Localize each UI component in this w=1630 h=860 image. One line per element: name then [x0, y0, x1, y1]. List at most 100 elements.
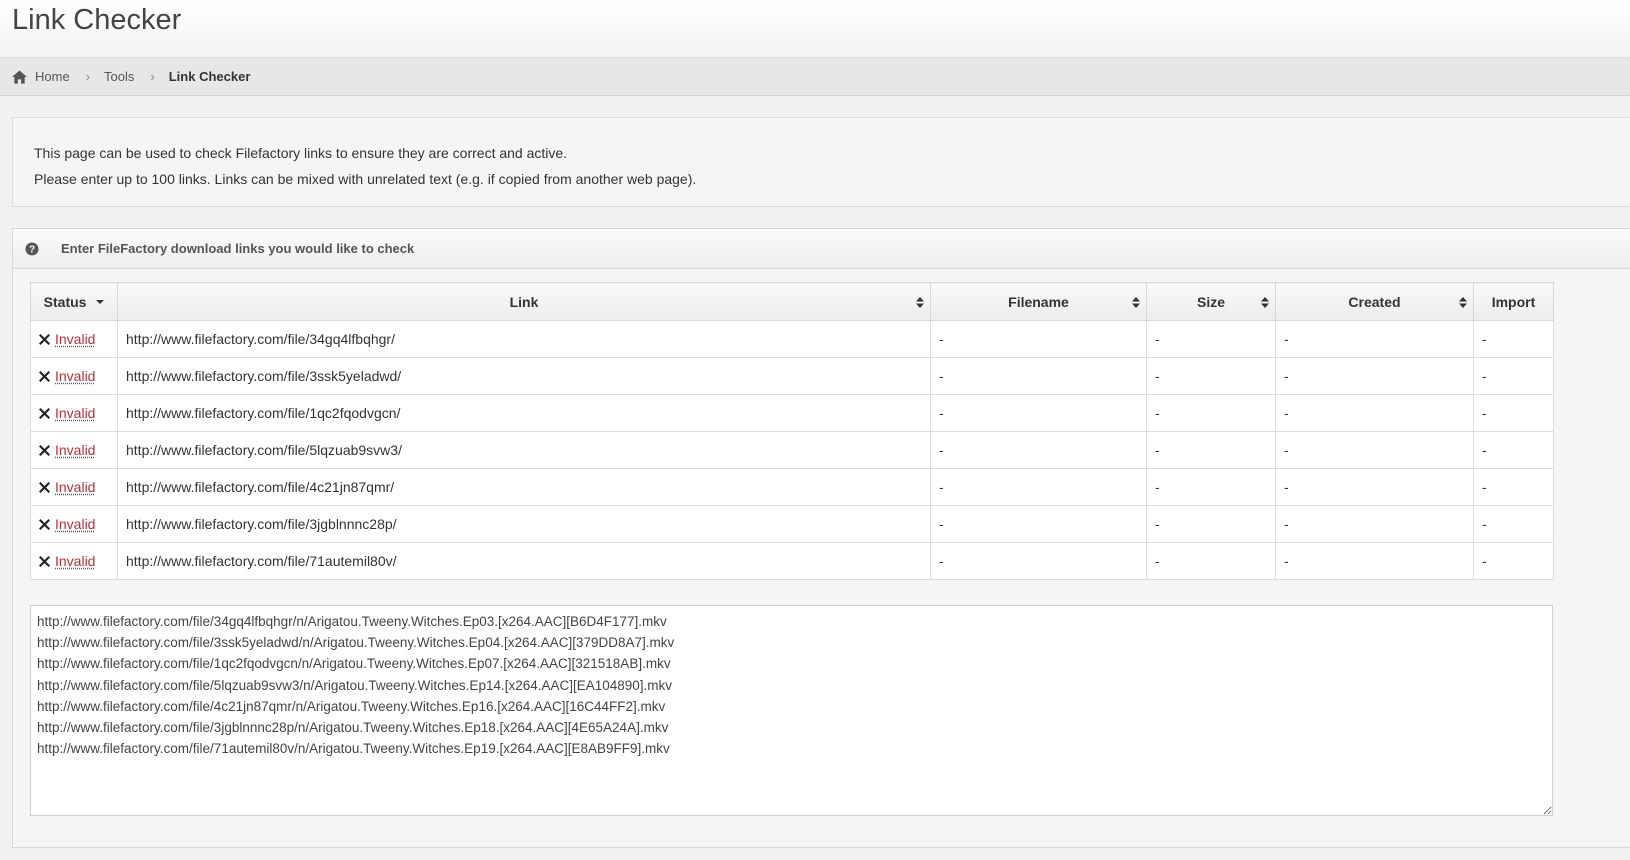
column-header-link[interactable]: Link — [117, 282, 931, 321]
column-header-filename[interactable]: Filename — [930, 282, 1147, 321]
cell-link: http://www.filefactory.com/file/4c21jn87… — [117, 468, 931, 506]
sort-icon — [1261, 297, 1269, 308]
cell-import: - — [1473, 320, 1554, 358]
intro-line-2: Please enter up to 100 links. Links can … — [34, 171, 697, 187]
cell-filename: - — [930, 394, 1147, 432]
status-link[interactable]: Invalid — [55, 368, 95, 384]
table-row: Invalid http://www.filefactory.com/file/7… — [30, 542, 1554, 580]
cell-link: http://www.filefactory.com/file/34gq4lfb… — [117, 320, 931, 358]
cell-status: Invalid — [30, 468, 118, 506]
cell-created: - — [1275, 320, 1474, 358]
cell-import: - — [1473, 394, 1554, 432]
cell-import: - — [1473, 505, 1554, 543]
error-x-icon — [39, 408, 50, 419]
cell-filename: - — [930, 468, 1147, 506]
column-header-import[interactable]: Import — [1473, 282, 1554, 321]
column-header-label: Link — [509, 293, 539, 310]
status-link[interactable]: Invalid — [55, 405, 95, 421]
table-row: Invalid http://www.filefactory.com/file/1… — [30, 394, 1554, 432]
cell-link: http://www.filefactory.com/file/71autemi… — [117, 542, 931, 580]
link-check-panel: ? Enter FileFactory download links you w… — [12, 228, 1630, 848]
cell-created: - — [1275, 431, 1474, 469]
column-header-label: Size — [1196, 293, 1225, 310]
status-link[interactable]: Invalid — [55, 516, 95, 532]
table-row: Invalid http://www.filefactory.com/file/3… — [30, 320, 1554, 358]
panel-header: ? Enter FileFactory download links you w… — [13, 229, 1630, 269]
status-link[interactable]: Invalid — [55, 331, 95, 347]
cell-link: http://www.filefactory.com/file/5lqzuab9… — [117, 431, 931, 469]
links-textarea[interactable] — [30, 605, 1553, 816]
cell-size: - — [1146, 394, 1276, 432]
cell-import: - — [1473, 468, 1554, 506]
column-header-label: Created — [1348, 293, 1401, 310]
cell-import: - — [1473, 357, 1554, 395]
sort-icon — [1459, 297, 1467, 308]
help-circle-icon[interactable]: ? — [25, 242, 39, 256]
column-header-label: Status — [43, 293, 87, 310]
cell-import: - — [1473, 431, 1554, 469]
home-icon[interactable] — [12, 69, 27, 84]
cell-status: Invalid — [30, 320, 118, 358]
breadcrumb-tools[interactable]: Tools — [104, 69, 134, 84]
page-header: Link Checker — [0, 0, 1630, 58]
cell-import: - — [1473, 542, 1554, 580]
error-x-icon — [39, 371, 50, 382]
cell-link: http://www.filefactory.com/file/3jgblnnn… — [117, 505, 931, 543]
status-link[interactable]: Invalid — [55, 442, 95, 458]
cell-status: Invalid — [30, 431, 118, 469]
breadcrumb-current: Link Checker — [168, 69, 251, 84]
status-link[interactable]: Invalid — [55, 553, 95, 569]
error-x-icon — [39, 482, 50, 493]
sort-icon — [916, 297, 924, 308]
sort-icon — [1132, 297, 1140, 308]
cell-created: - — [1275, 542, 1474, 580]
cell-size: - — [1146, 431, 1276, 469]
cell-size: - — [1146, 505, 1276, 543]
error-x-icon — [39, 556, 50, 567]
intro-line-1: This page can be used to check Filefacto… — [34, 145, 568, 161]
results-body: Invalid http://www.filefactory.com/file/3… — [30, 320, 1554, 580]
panel-title: Enter FileFactory download links you wou… — [61, 241, 415, 256]
cell-size: - — [1146, 542, 1276, 580]
cell-status: Invalid — [30, 394, 118, 432]
error-x-icon — [39, 334, 50, 345]
table-header-row: Status Link Filename Size Created Import — [30, 282, 1554, 321]
caret-down-icon — [96, 299, 105, 304]
column-header-label: Filename — [1008, 293, 1069, 310]
cell-created: - — [1275, 505, 1474, 543]
table-row: Invalid http://www.filefactory.com/file/5… — [30, 431, 1554, 469]
cell-status: Invalid — [30, 505, 118, 543]
cell-filename: - — [930, 505, 1147, 543]
error-x-icon — [39, 519, 50, 530]
column-header-status[interactable]: Status — [30, 282, 118, 321]
cell-filename: - — [930, 320, 1147, 358]
cell-status: Invalid — [30, 357, 118, 395]
cell-filename: - — [930, 542, 1147, 580]
chevron-right-icon: › — [85, 69, 91, 84]
cell-size: - — [1146, 468, 1276, 506]
page-title: Link Checker — [12, 4, 182, 36]
intro-box: This page can be used to check Filefacto… — [12, 117, 1630, 207]
cell-status: Invalid — [30, 542, 118, 580]
chevron-right-icon: › — [150, 69, 155, 84]
cell-size: - — [1146, 357, 1276, 395]
table-row: Invalid http://www.filefactory.com/file/3… — [30, 357, 1554, 395]
status-link[interactable]: Invalid — [55, 479, 95, 495]
table-row: Invalid http://www.filefactory.com/file/3… — [30, 505, 1554, 543]
column-header-size[interactable]: Size — [1146, 282, 1276, 321]
breadcrumb: Home › Tools › Link Checker — [0, 58, 1630, 96]
cell-filename: - — [930, 431, 1147, 469]
column-header-label: Import — [1491, 293, 1536, 310]
cell-created: - — [1275, 357, 1474, 395]
column-header-created[interactable]: Created — [1275, 282, 1474, 321]
cell-created: - — [1275, 394, 1474, 432]
cell-created: - — [1275, 468, 1474, 506]
cell-link: http://www.filefactory.com/file/3ssk5yel… — [117, 357, 931, 395]
cell-size: - — [1146, 320, 1276, 358]
error-x-icon — [39, 445, 50, 456]
breadcrumb-home[interactable]: Home — [35, 69, 70, 84]
cell-filename: - — [930, 357, 1147, 395]
results-table: Status Link Filename Size Created Import… — [30, 282, 1554, 580]
cell-link: http://www.filefactory.com/file/1qc2fqod… — [117, 394, 931, 432]
table-row: Invalid http://www.filefactory.com/file/4… — [30, 468, 1554, 506]
